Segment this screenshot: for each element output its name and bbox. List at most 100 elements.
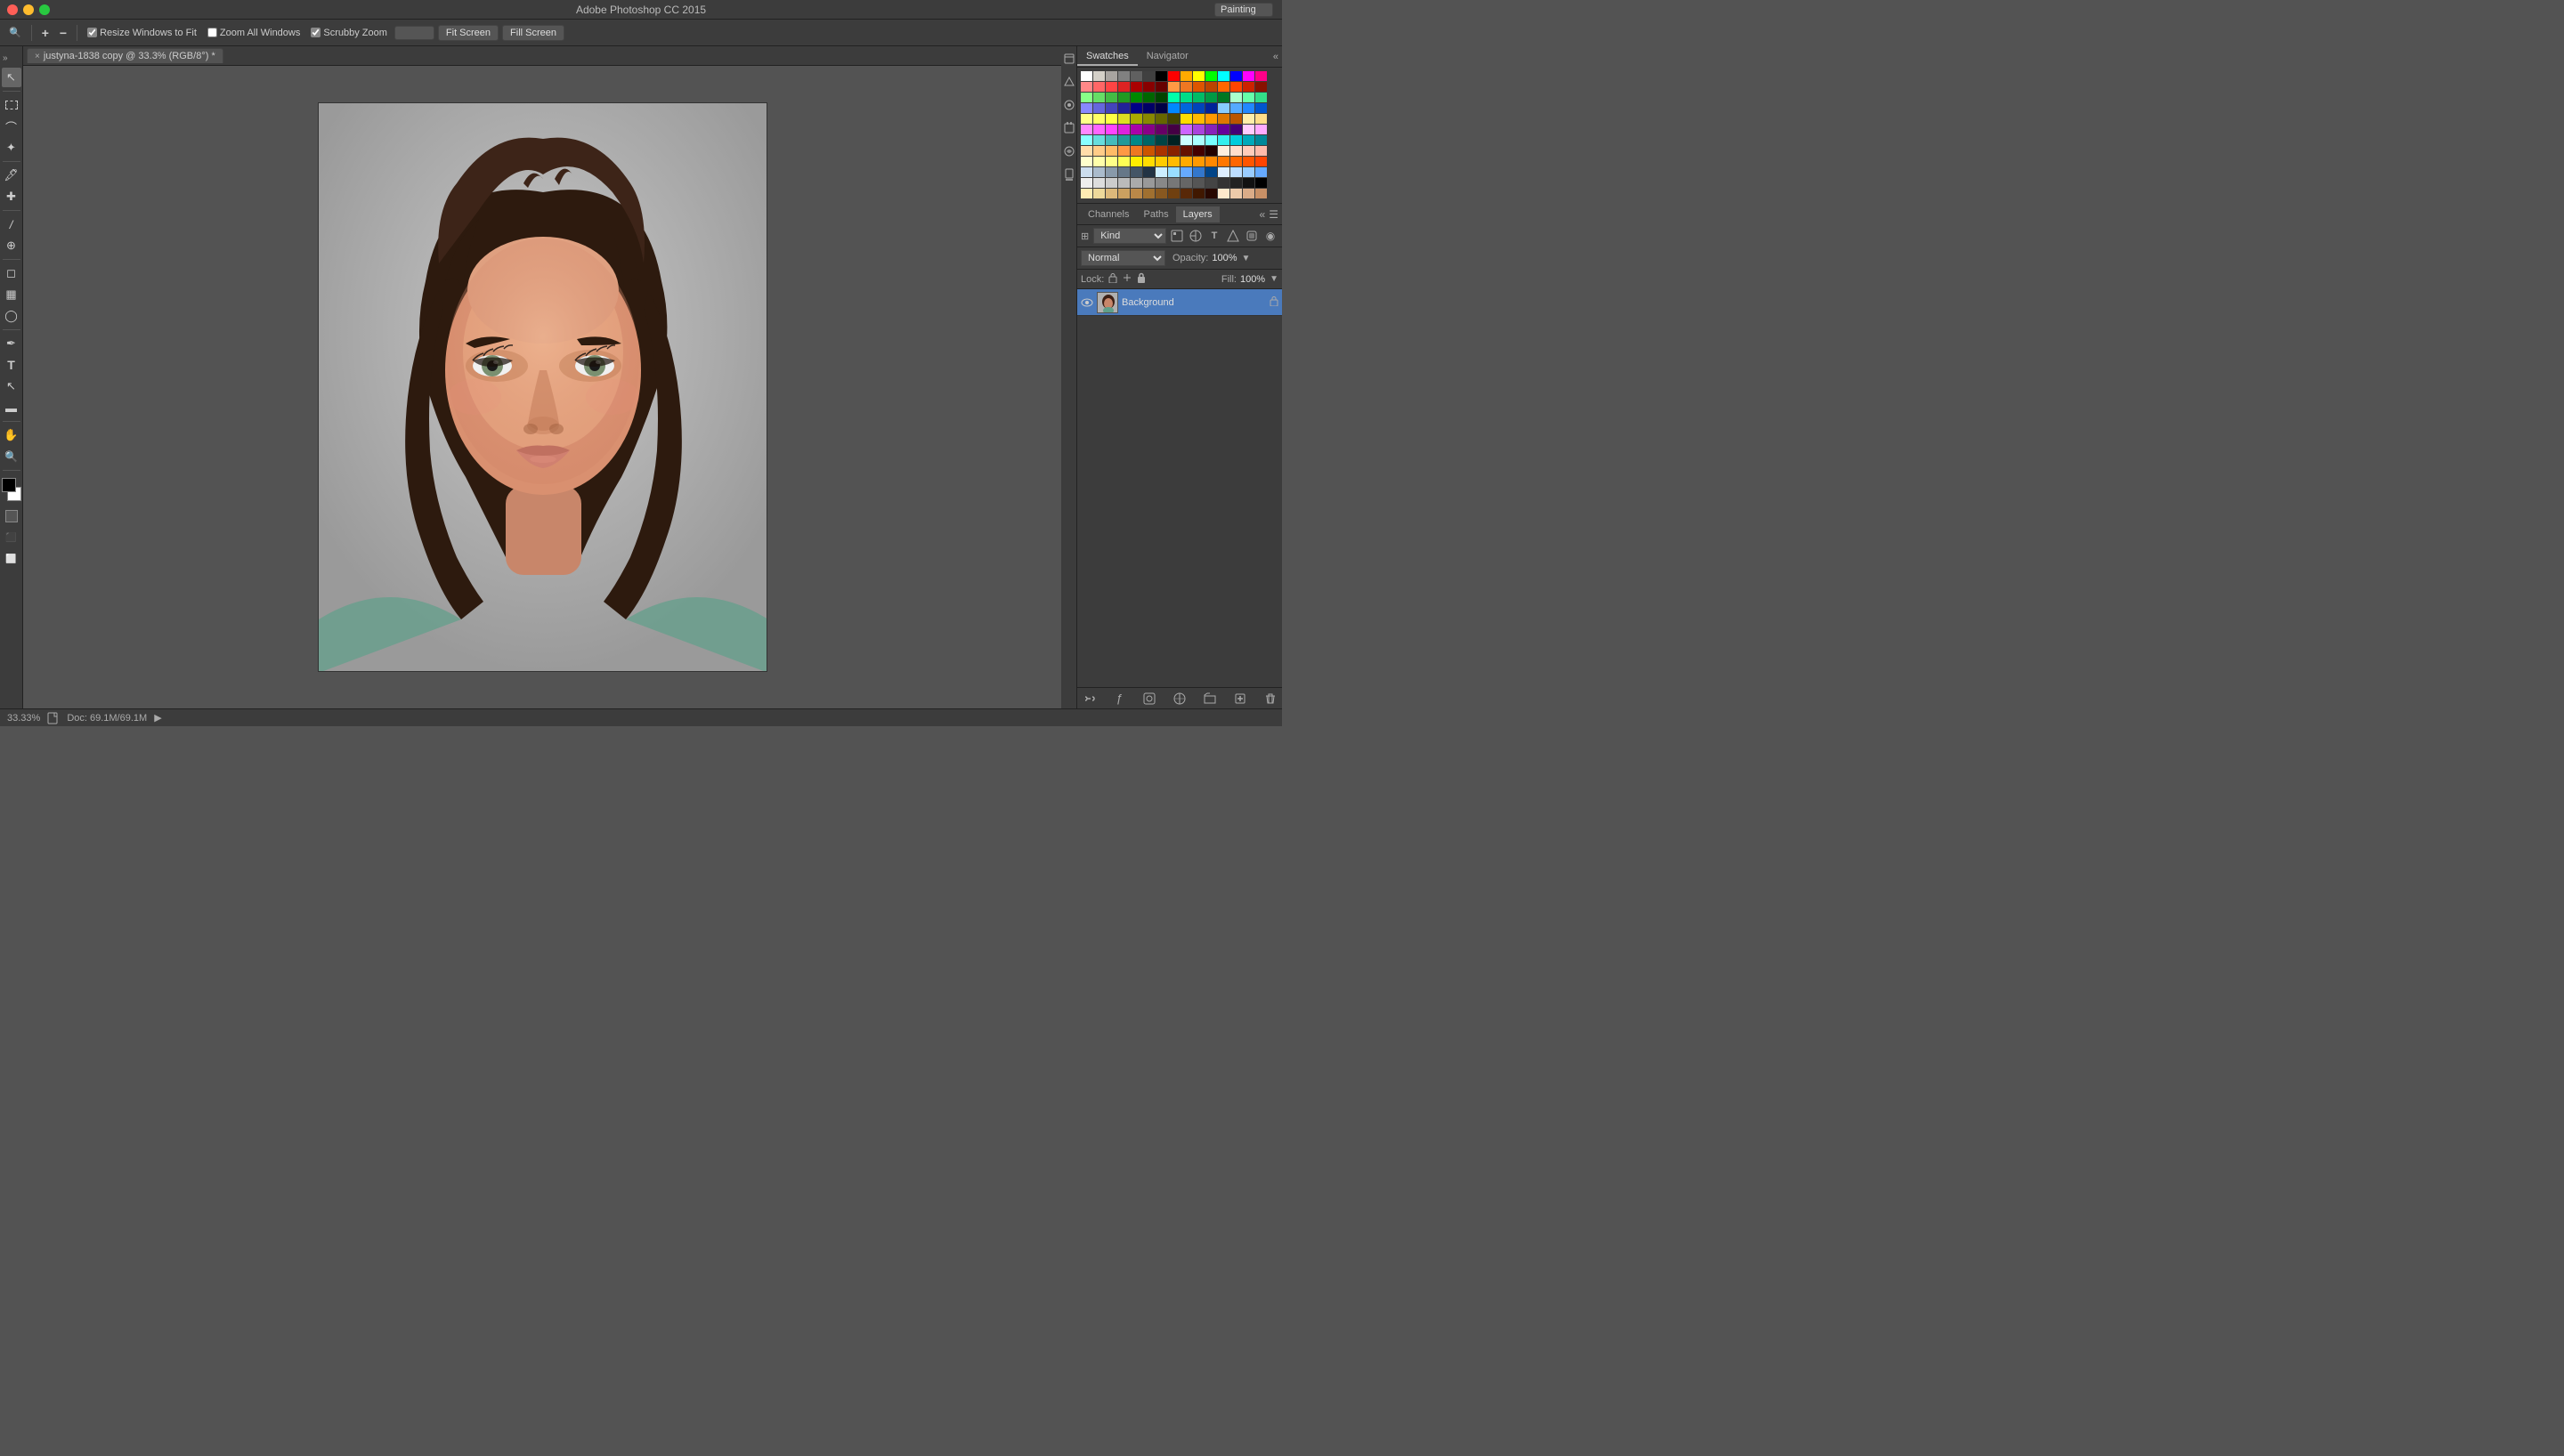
swatch-b6[interactable]	[1143, 103, 1155, 113]
panel-icon-1[interactable]	[1062, 52, 1076, 66]
swatch-lb8[interactable]	[1255, 103, 1267, 113]
swatch-sk6[interactable]	[1143, 146, 1155, 156]
swatch-m4[interactable]	[1118, 125, 1130, 134]
swatch-pink[interactable]	[1255, 71, 1267, 81]
filter-pixel-btn[interactable]	[1169, 228, 1185, 244]
swatch-y7[interactable]	[1156, 114, 1167, 124]
canvas-viewport[interactable]	[23, 66, 1061, 708]
status-arrow[interactable]: ▶	[154, 712, 161, 724]
swatch-y12[interactable]	[1218, 114, 1229, 124]
swatch-br12[interactable]	[1218, 189, 1229, 198]
swatch-bg11[interactable]	[1205, 167, 1217, 177]
swatch-n3[interactable]	[1106, 178, 1117, 188]
swatch-pale4[interactable]	[1118, 157, 1130, 166]
swatch-g2[interactable]	[1093, 93, 1105, 102]
swatch-pale15[interactable]	[1255, 157, 1267, 166]
resize-windows-checkbox-label[interactable]: Resize Windows to Fit	[84, 26, 200, 40]
swatch-m8[interactable]	[1168, 125, 1180, 134]
swatch-m3[interactable]	[1106, 125, 1117, 134]
clone-stamp-tool[interactable]: ⊕	[2, 236, 21, 255]
workspace-selector[interactable]: Painting	[1214, 3, 1273, 17]
swatch-o4[interactable]	[1205, 82, 1217, 92]
swatch-sk4[interactable]	[1118, 146, 1130, 156]
swatch-1[interactable]	[1093, 71, 1105, 81]
swatch-tg4[interactable]	[1205, 93, 1217, 102]
zoom-all-checkbox[interactable]	[207, 28, 217, 37]
swatch-m5[interactable]	[1131, 125, 1142, 134]
swatch-br6[interactable]	[1143, 189, 1155, 198]
swatch-r5[interactable]	[1131, 82, 1142, 92]
swatch-br5[interactable]	[1131, 189, 1142, 198]
swatch-bg1[interactable]	[1081, 167, 1092, 177]
swatch-sk13[interactable]	[1230, 146, 1242, 156]
filter-toggle[interactable]: ◉	[1262, 228, 1278, 244]
swatch-br8[interactable]	[1168, 189, 1180, 198]
tab-close-x[interactable]: ×	[35, 52, 40, 61]
swatch-pale9[interactable]	[1181, 157, 1192, 166]
swatch-br13[interactable]	[1230, 189, 1242, 198]
swatch-n1[interactable]	[1081, 178, 1092, 188]
swatch-n2[interactable]	[1093, 178, 1105, 188]
swatch-orange[interactable]	[1181, 71, 1192, 81]
swatch-b3[interactable]	[1106, 103, 1117, 113]
swatch-c6[interactable]	[1143, 135, 1155, 145]
swatch-sk14[interactable]	[1243, 146, 1254, 156]
add-adjustment-btn[interactable]	[1172, 691, 1188, 707]
swatch-lc6[interactable]	[1243, 135, 1254, 145]
swatch-y4[interactable]	[1118, 114, 1130, 124]
paths-tab[interactable]: Paths	[1136, 206, 1175, 222]
hand-tool[interactable]: ✋	[2, 425, 21, 445]
scrubby-zoom-checkbox[interactable]	[311, 28, 320, 37]
swatch-p5[interactable]	[1230, 125, 1242, 134]
swatches-panel-close[interactable]: «	[1273, 52, 1278, 62]
swatch-white[interactable]	[1081, 71, 1092, 81]
filter-adj-btn[interactable]	[1188, 228, 1204, 244]
swatch-y10[interactable]	[1193, 114, 1205, 124]
swatch-green[interactable]	[1205, 71, 1217, 81]
swatch-sk2[interactable]	[1093, 146, 1105, 156]
swatches-tab[interactable]: Swatches	[1077, 48, 1138, 66]
zoom-all-checkbox-label[interactable]: Zoom All Windows	[204, 26, 304, 40]
quick-select-tool[interactable]: ✦	[2, 138, 21, 158]
swatch-bg15[interactable]	[1255, 167, 1267, 177]
swatch-lb7[interactable]	[1243, 103, 1254, 113]
eyedropper-tool[interactable]: 🖋	[2, 166, 21, 185]
panel-icon-4[interactable]	[1062, 121, 1076, 135]
swatch-tg2[interactable]	[1181, 93, 1192, 102]
swatch-r7[interactable]	[1156, 82, 1167, 92]
swatch-n11[interactable]	[1205, 178, 1217, 188]
swatch-p3[interactable]	[1205, 125, 1217, 134]
swatch-sk3[interactable]	[1106, 146, 1117, 156]
swatch-y6[interactable]	[1143, 114, 1155, 124]
swatch-pale1[interactable]	[1081, 157, 1092, 166]
add-style-btn[interactable]: ƒ	[1111, 691, 1127, 707]
collapse-tools-icon[interactable]: »	[3, 53, 8, 63]
swatch-bg10[interactable]	[1193, 167, 1205, 177]
swatch-bg3[interactable]	[1106, 167, 1117, 177]
color-swatches[interactable]	[2, 478, 21, 501]
lock-pixels-icon[interactable]	[1108, 272, 1118, 286]
scrubby-zoom-checkbox-label[interactable]: Scrubby Zoom	[307, 26, 391, 40]
swatch-lc7[interactable]	[1255, 135, 1267, 145]
swatch-tg8[interactable]	[1255, 93, 1267, 102]
swatch-r1[interactable]	[1081, 82, 1092, 92]
swatch-o2[interactable]	[1181, 82, 1192, 92]
swatch-n6[interactable]	[1143, 178, 1155, 188]
swatch-c7[interactable]	[1156, 135, 1167, 145]
swatch-m6[interactable]	[1143, 125, 1155, 134]
swatch-tg3[interactable]	[1193, 93, 1205, 102]
swatch-bg2[interactable]	[1093, 167, 1105, 177]
swatch-2[interactable]	[1106, 71, 1117, 81]
swatch-bg14[interactable]	[1243, 167, 1254, 177]
swatch-b2[interactable]	[1093, 103, 1105, 113]
swatch-g5[interactable]	[1131, 93, 1142, 102]
swatch-g7[interactable]	[1156, 93, 1167, 102]
layers-panel-menu[interactable]: ☰	[1269, 208, 1278, 221]
screen-mode2-btn[interactable]: ⬜	[2, 549, 21, 569]
swatch-y14[interactable]	[1243, 114, 1254, 124]
zoom-out-btn[interactable]: −	[56, 24, 70, 42]
fit-screen-btn[interactable]: Fit Screen	[438, 25, 499, 41]
swatch-c8[interactable]	[1168, 135, 1180, 145]
pen-tool[interactable]: ✒	[2, 334, 21, 353]
zoom-in-btn[interactable]: +	[38, 24, 53, 42]
